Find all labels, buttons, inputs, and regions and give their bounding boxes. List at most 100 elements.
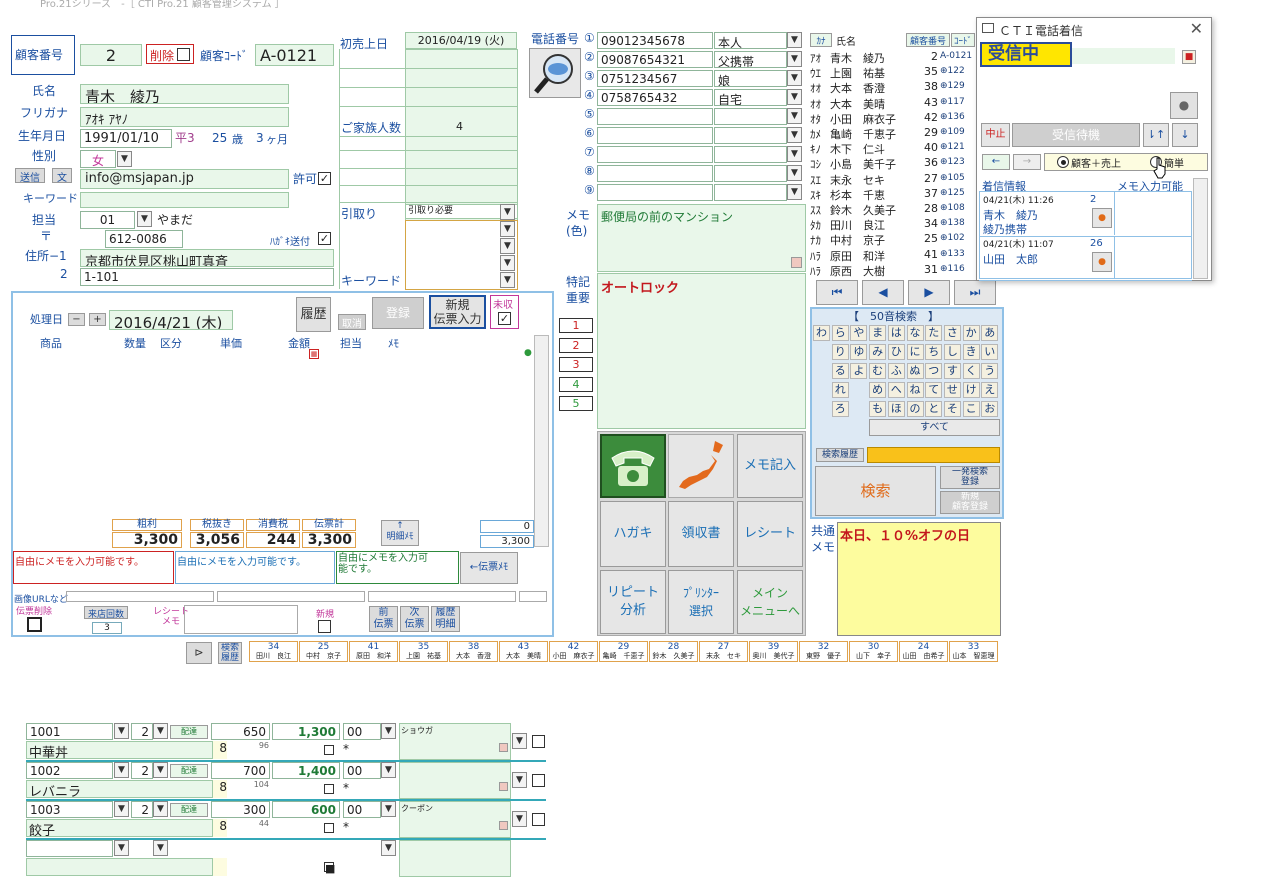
memo-entry-button[interactable]: メモ記入 <box>737 434 803 498</box>
cti-wait-button[interactable]: 受信待機 <box>1012 123 1140 147</box>
kana-key[interactable]: く <box>962 363 980 379</box>
list-name[interactable]: 杉本 千恵 <box>830 187 885 203</box>
phone-relation-dropdown[interactable]: ▼ <box>787 51 802 67</box>
date-plus-button[interactable]: + <box>89 313 106 326</box>
kana-key[interactable]: は <box>887 325 905 341</box>
list-kana[interactable]: ｽｽ <box>810 202 821 218</box>
pickup-dropdown-2[interactable]: ▼ <box>500 221 515 237</box>
order-memo[interactable] <box>399 762 511 799</box>
phone-number-field[interactable]: 0758765432 <box>597 89 713 106</box>
list-no-header[interactable]: 顧客番号 <box>906 33 950 47</box>
order-staff[interactable]: 00 <box>343 801 381 818</box>
email-allow-checkbox[interactable]: ✓ <box>318 172 331 185</box>
history-item[interactable]: 27 末永 セキ <box>699 641 748 662</box>
order-memo[interactable]: クーポン <box>399 801 511 838</box>
side-number-button[interactable]: 3 <box>559 357 593 372</box>
phone-number-field[interactable] <box>597 165 713 182</box>
history-item[interactable]: 32 東野 優子 <box>799 641 848 662</box>
order-qty[interactable]: 2 <box>131 723 153 740</box>
order-memo-dropdown[interactable]: ▼ <box>512 733 527 749</box>
sex-field[interactable]: 女 <box>80 150 116 168</box>
order-staff-dropdown[interactable]: ▼ <box>381 762 396 778</box>
list-name[interactable]: 末永 セキ <box>830 172 885 188</box>
cti-up-button[interactable]: ⇂↑ <box>1143 123 1169 147</box>
customer-no-field[interactable]: 2 <box>80 44 142 66</box>
kana-key[interactable]: ぬ <box>906 363 924 379</box>
order-line-flag[interactable] <box>324 784 334 794</box>
phone-relation-field[interactable] <box>714 108 787 125</box>
free-memo-3[interactable]: 自由にメモを入力可 能です。 <box>336 551 459 584</box>
list-code-header[interactable]: ｺｰﾄﾞ <box>951 33 975 47</box>
history-item[interactable]: 42 小田 麻衣子 <box>549 641 598 662</box>
list-name[interactable]: 田川 良江 <box>830 217 885 233</box>
order-staff-dropdown[interactable]: ▼ <box>381 801 396 817</box>
history-item[interactable]: 24 山田 由希子 <box>899 641 948 662</box>
order-qty-dropdown[interactable]: ▼ <box>153 723 168 739</box>
name-field[interactable]: 青木 綾乃 <box>80 84 289 104</box>
order-staff-dropdown[interactable]: ▼ <box>381 723 396 739</box>
phone-relation-dropdown[interactable]: ▼ <box>787 127 802 143</box>
kana-key[interactable]: ふ <box>887 363 905 379</box>
date-minus-button[interactable]: − <box>68 313 85 326</box>
phone-number-field[interactable] <box>597 108 713 125</box>
list-kana[interactable]: ｽｷ <box>810 187 821 203</box>
phone-relation-dropdown[interactable]: ▼ <box>787 146 802 162</box>
kana-all-button[interactable]: すべて <box>869 419 1000 436</box>
order-item-code-empty[interactable] <box>26 840 113 857</box>
history-item[interactable]: 28 鈴木 久美子 <box>649 641 698 662</box>
kana-key[interactable]: し <box>943 344 961 360</box>
history-item[interactable]: 41 原田 和洋 <box>349 641 398 662</box>
kana-key[interactable]: ち <box>925 344 943 360</box>
order-line-flag[interactable] <box>324 745 334 755</box>
japan-map-button[interactable] <box>668 434 734 498</box>
send-button[interactable]: 送信 <box>15 168 45 183</box>
history-item[interactable]: 25 中村 京子 <box>299 641 348 662</box>
cti-call-open-button[interactable]: ● <box>1092 208 1112 228</box>
phone-relation-field[interactable] <box>714 127 787 144</box>
url-field-1[interactable] <box>66 591 214 602</box>
cti-left-button[interactable]: ← <box>982 154 1010 170</box>
phone-number-field[interactable]: 09012345678 <box>597 32 713 49</box>
phone-relation-field[interactable]: 本人 <box>714 32 787 49</box>
staff-code-field[interactable]: 01 <box>80 211 135 229</box>
list-name[interactable]: 青木 綾乃 <box>830 50 885 66</box>
pickup-dropdown-3[interactable]: ▼ <box>500 238 515 254</box>
order-qty[interactable]: 2 <box>131 762 153 779</box>
cti-call-open-button[interactable]: ● <box>1092 252 1112 272</box>
order-item-dropdown[interactable]: ▼ <box>114 723 129 739</box>
list-kana[interactable]: ｵｵ <box>810 96 821 112</box>
keyword-field[interactable] <box>80 192 289 208</box>
next-record-button[interactable]: ▶ <box>908 280 950 305</box>
order-memo-empty[interactable] <box>399 840 511 877</box>
kana-key[interactable]: ゆ <box>850 344 868 360</box>
common-memo-field[interactable]: 本日、１０%オフの日 <box>837 522 1001 636</box>
postcard-button[interactable]: ハガキ <box>600 501 666 567</box>
kana-key[interactable]: き <box>962 344 980 360</box>
cti-record-button[interactable]: ● <box>1170 92 1198 119</box>
list-kana[interactable]: ﾊﾗ <box>810 248 821 264</box>
history-item[interactable]: 39 奥川 美代子 <box>749 641 798 662</box>
kana-key[interactable]: よ <box>850 363 868 379</box>
new-customer-button[interactable]: 新規 顧客登録 <box>940 491 1000 514</box>
memo-color-button[interactable] <box>499 743 508 752</box>
memo-color-button[interactable] <box>499 821 508 830</box>
order-price[interactable]: 700 <box>211 762 270 779</box>
list-kana[interactable]: ﾀｶ <box>810 217 821 233</box>
kana-key[interactable]: た <box>925 325 943 341</box>
kana-key[interactable]: り <box>831 344 849 360</box>
phone-relation-dropdown[interactable]: ▼ <box>787 89 802 105</box>
order-memo-dropdown[interactable]: ▼ <box>512 811 527 827</box>
list-kana[interactable]: ﾅｶ <box>810 232 821 248</box>
search-history-button[interactable]: 検索 履歴 <box>218 642 242 664</box>
repeat-analysis-button[interactable]: リピート 分析 <box>600 570 666 634</box>
order-kind[interactable]: 配達 <box>170 725 208 739</box>
kana-key[interactable]: も <box>869 401 887 417</box>
list-kana[interactable]: ｵﾀ <box>810 111 821 127</box>
free-memo-1[interactable]: 自由にメモを入力可能です。 <box>13 551 174 584</box>
kana-key[interactable]: な <box>906 325 924 341</box>
close-icon[interactable]: ✕ <box>1190 19 1203 38</box>
prev-record-button[interactable]: ◀ <box>862 280 904 305</box>
kana-key[interactable]: へ <box>887 382 905 398</box>
list-name[interactable]: 中村 京子 <box>830 232 885 248</box>
pickup-dropdown-1[interactable]: ▼ <box>500 204 515 220</box>
